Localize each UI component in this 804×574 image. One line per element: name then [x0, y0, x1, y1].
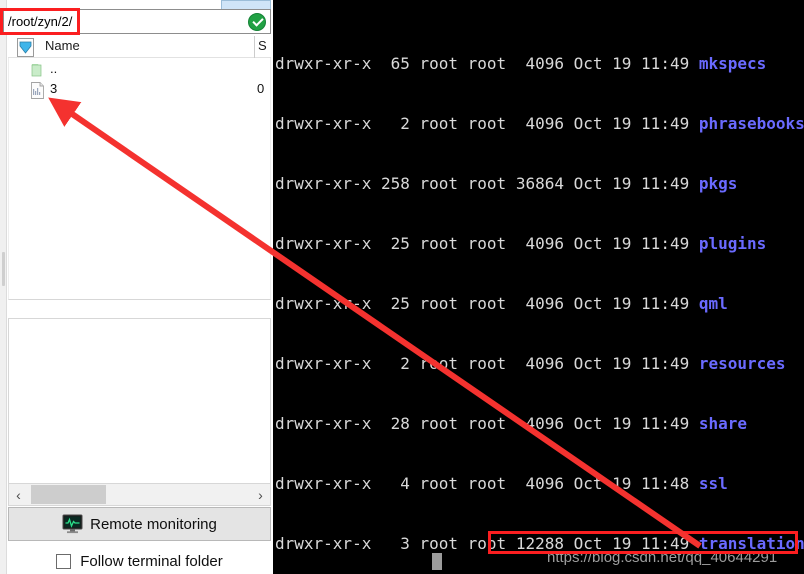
ls-perms: drwxr-xr-x 4 root root 4096 Oct 19 11:48 [275, 474, 699, 493]
follow-terminal-folder-label: Follow terminal folder [80, 553, 223, 570]
ls-entry: translations [698, 534, 804, 553]
list-item[interactable]: 3 0 [8, 80, 271, 100]
scroll-right-arrow-icon[interactable]: › [251, 484, 270, 505]
filter-dropdown-icon[interactable] [17, 38, 34, 57]
ls-perms: drwxr-xr-x 258 root root 36864 Oct 19 11… [275, 174, 699, 193]
list-item-size: 0 [257, 81, 265, 96]
terminal-output[interactable]: drwxr-xr-x 65 root root 4096 Oct 19 11:4… [273, 0, 804, 574]
column-header-size[interactable]: S [258, 38, 267, 53]
terminal-line: drwxr-xr-x 28 root root 4096 Oct 19 11:4… [273, 414, 804, 434]
terminal-line: drwxr-xr-x 4 root root 4096 Oct 19 11:48… [273, 474, 804, 494]
ls-perms: drwxr-xr-x 25 root root 4096 Oct 19 11:4… [275, 234, 699, 253]
ls-entry: pkgs [698, 174, 738, 193]
list-item-name: 3 [50, 81, 58, 96]
follow-terminal-folder-row[interactable]: Follow terminal folder [8, 549, 271, 574]
terminal-line: drwxr-xr-x 25 root root 4096 Oct 19 11:4… [273, 294, 804, 314]
ls-perms: drwxr-xr-x 3 root root 12288 Oct 19 11:4… [275, 534, 699, 553]
list-item[interactable]: .. [8, 60, 271, 80]
terminal-line: drwxr-xr-x 65 root root 4096 Oct 19 11:4… [273, 54, 804, 74]
ls-perms: drwxr-xr-x 65 root root 4096 Oct 19 11:4… [275, 54, 699, 73]
file-icon [30, 82, 46, 99]
panel-tab-stub[interactable] [221, 0, 271, 9]
ls-entry: resources [698, 354, 786, 373]
ls-perms: drwxr-xr-x 2 root root 4096 Oct 19 11:49 [275, 114, 699, 133]
path-input-field[interactable]: /root/zyn/2/ [3, 9, 271, 34]
ls-entry: share [698, 414, 748, 433]
horizontal-scrollbar[interactable]: ‹ › [8, 483, 271, 506]
remote-monitoring-button[interactable]: Remote monitoring [8, 507, 271, 541]
splitter-grip[interactable] [2, 252, 5, 286]
path-input-value: /root/zyn/2/ [8, 14, 73, 29]
ls-perms: drwxr-xr-x 2 root root 4096 Oct 19 11:49 [275, 354, 699, 373]
ls-entry: mkspecs [698, 54, 767, 73]
terminal-line: drwxr-xr-x 2 root root 4096 Oct 19 11:49… [273, 354, 804, 374]
app-window: /root/zyn/2/ Name S .. 3 0 ‹ › Remote mo… [0, 0, 804, 574]
sftp-file-browser-panel: /root/zyn/2/ Name S .. 3 0 ‹ › Remote mo… [0, 0, 273, 574]
check-circle-icon [248, 13, 266, 31]
ls-perms: drwxr-xr-x 25 root root 4096 Oct 19 11:4… [275, 294, 699, 313]
column-divider[interactable] [254, 36, 255, 58]
follow-terminal-folder-checkbox[interactable] [56, 554, 72, 569]
scrollbar-thumb[interactable] [31, 485, 106, 504]
folder-up-icon [30, 62, 46, 79]
ls-entry: phrasebooks [698, 114, 804, 133]
monitor-icon [62, 514, 83, 534]
ls-entry: plugins [698, 234, 767, 253]
ls-perms: drwxr-xr-x 28 root root 4096 Oct 19 11:4… [275, 414, 699, 433]
ls-entry: qml [698, 294, 728, 313]
file-list-header: Name S [8, 36, 271, 58]
terminal-line: drwxr-xr-x 258 root root 36864 Oct 19 11… [273, 174, 804, 194]
terminal-line: drwxr-xr-x 2 root root 4096 Oct 19 11:49… [273, 114, 804, 134]
terminal-line: drwxr-xr-x 25 root root 4096 Oct 19 11:4… [273, 234, 804, 254]
column-header-name[interactable]: Name [45, 38, 80, 53]
terminal-cursor [432, 553, 442, 570]
ls-entry: ssl [698, 474, 728, 493]
terminal-line: drwxr-xr-x 3 root root 12288 Oct 19 11:4… [273, 534, 804, 554]
panel-splitter[interactable] [0, 0, 7, 574]
remote-monitoring-label: Remote monitoring [90, 515, 217, 533]
file-list-lower-area [8, 318, 271, 500]
list-item-name: .. [50, 61, 58, 76]
scroll-left-arrow-icon[interactable]: ‹ [9, 484, 28, 505]
